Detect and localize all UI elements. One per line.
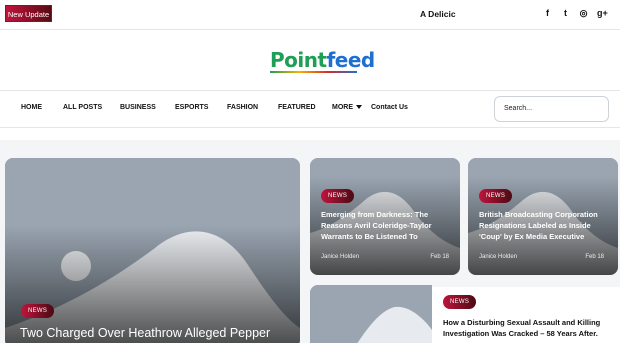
twitter-icon[interactable]: t (561, 8, 570, 19)
nav-item-featured[interactable]: FEATURED (278, 104, 316, 111)
nav-item-home[interactable]: HOME (21, 104, 42, 111)
post-author[interactable]: Janice Holden (479, 254, 517, 260)
new-update-button[interactable]: New Update (5, 5, 52, 22)
side-story-title[interactable]: How a Disturbing Sexual Assault and Kill… (443, 318, 618, 339)
social-links: f t ◎ g+ (543, 8, 608, 19)
search-input[interactable]: Search... (494, 96, 609, 122)
chevron-down-icon (356, 105, 362, 110)
facebook-icon[interactable]: f (543, 8, 552, 19)
news-badge[interactable]: NEWS (321, 189, 355, 203)
news-badge[interactable]: NEWS (479, 189, 513, 203)
post-author[interactable]: Janice Holden (321, 254, 359, 260)
post-date: Feb 18 (585, 254, 604, 260)
featured-post-title[interactable]: Two Charged Over Heathrow Alleged Pepper (20, 325, 290, 341)
news-badge[interactable]: NEWS (443, 295, 477, 309)
post-card[interactable]: NEWS Emerging from Darkness: The Reasons… (310, 158, 460, 275)
google-plus-icon[interactable]: g+ (597, 8, 608, 19)
news-ticker[interactable]: A Delicic (420, 9, 456, 19)
logo-text-point: Point (270, 48, 327, 72)
image-placeholder-icon (310, 285, 432, 343)
nav-item-all-posts[interactable]: ALL POSTS (63, 104, 102, 111)
instagram-icon[interactable]: ◎ (579, 8, 588, 19)
nav-item-more[interactable]: MORE (332, 104, 362, 111)
post-title[interactable]: British Broadcasting Corporation Resigna… (479, 209, 615, 242)
nav-item-esports[interactable]: ESPORTS (175, 104, 208, 111)
site-logo[interactable]: Pointfeed (270, 48, 375, 72)
post-title[interactable]: Emerging from Darkness: The Reasons Avri… (321, 209, 455, 242)
top-bar: New Update A Delicic f t ◎ g+ (0, 0, 620, 30)
nav-item-business[interactable]: BUSINESS (120, 104, 156, 111)
side-story-image[interactable] (310, 285, 432, 343)
logo-underline (270, 71, 357, 73)
featured-post-card[interactable]: NEWS Two Charged Over Heathrow Alleged P… (5, 158, 300, 343)
nav-item-contact-us[interactable]: Contact Us (371, 104, 408, 111)
post-date: Feb 18 (430, 254, 449, 260)
nav-item-fashion[interactable]: FASHION (227, 104, 258, 111)
nav-item-more-label: MORE (332, 104, 353, 111)
post-card[interactable]: NEWS British Broadcasting Corporation Re… (468, 158, 618, 275)
news-badge[interactable]: NEWS (21, 304, 55, 318)
logo-text-feed: feed (326, 48, 376, 72)
